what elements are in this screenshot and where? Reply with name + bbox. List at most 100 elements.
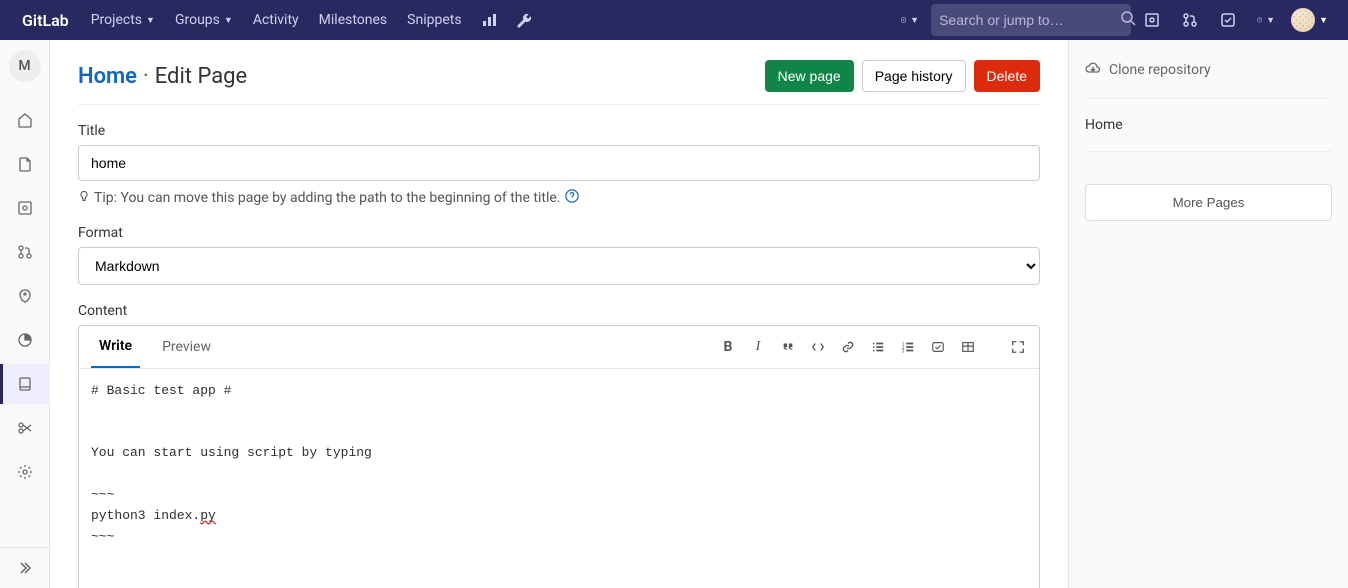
new-menu[interactable]: ▼	[893, 6, 927, 34]
svg-text:3: 3	[902, 349, 905, 354]
format-group: Format Markdown	[78, 225, 1040, 285]
right-separator-2	[1085, 151, 1332, 152]
sidebar-item-repository[interactable]	[0, 144, 50, 184]
format-select[interactable]: Markdown	[78, 247, 1040, 285]
page-title: Home · Edit Page	[78, 64, 247, 89]
search-box[interactable]	[931, 4, 1131, 36]
task-list-icon[interactable]	[929, 338, 947, 356]
project-avatar[interactable]: M	[9, 50, 41, 82]
navbar-right: ▼ ▼ ▼	[893, 4, 1332, 36]
analytics-icon[interactable]	[472, 4, 506, 36]
chevron-down-icon: ▼	[910, 15, 919, 26]
user-avatar-icon	[1291, 8, 1315, 32]
clone-repository-label: Clone repository	[1109, 62, 1211, 78]
nav-groups[interactable]: Groups▼	[165, 2, 243, 38]
help-menu[interactable]: ▼	[1249, 6, 1283, 34]
layout: M Home · Edit Page New page Page histo	[0, 40, 1348, 588]
clone-repository-link[interactable]: Clone repository	[1085, 56, 1332, 84]
sidebar-item-overview[interactable]	[0, 100, 50, 140]
title-hint: Tip: You can move this page by adding th…	[78, 189, 1040, 207]
table-icon[interactable]	[959, 338, 977, 356]
issues-icon	[17, 200, 33, 216]
page-history-button[interactable]: Page history	[862, 60, 966, 92]
bullet-list-icon[interactable]	[869, 338, 887, 356]
top-navbar: GitLab Projects ▼ Groups▼ Activity Milest…	[0, 0, 1348, 40]
gitlab-logo-text: GitLab	[22, 11, 69, 30]
search-icon	[1120, 10, 1136, 30]
chevron-double-right-icon	[17, 560, 33, 576]
page-actions: New page Page history Delete	[765, 60, 1040, 92]
fullscreen-icon[interactable]	[1009, 338, 1027, 356]
editor-tabs: Write Preview B I 123	[79, 326, 1039, 369]
right-separator-1	[1085, 98, 1332, 99]
sidebar-item-operations[interactable]	[0, 320, 50, 360]
left-sidebar: M	[0, 40, 50, 588]
plus-square-icon	[901, 13, 906, 27]
sidebar-item-settings[interactable]	[0, 452, 50, 492]
editor-content-post: ~~~ Beforehand check [system requirement…	[91, 529, 403, 588]
chevron-down-icon: ▼	[1319, 15, 1328, 26]
navbar-left: GitLab Projects ▼ Groups▼ Activity Milest…	[16, 2, 540, 38]
gitlab-logo[interactable]: GitLab	[16, 11, 69, 30]
todos-icon[interactable]	[1211, 4, 1245, 36]
more-pages-button[interactable]: More Pages	[1085, 184, 1332, 221]
quote-icon[interactable]	[779, 338, 797, 356]
sidebar-item-ci-cd[interactable]	[0, 276, 50, 316]
home-icon	[17, 112, 33, 128]
sidebar-item-snippets[interactable]	[0, 408, 50, 448]
main: Home · Edit Page New page Page history D…	[50, 40, 1348, 588]
nav-activity[interactable]: Activity	[243, 2, 309, 38]
merge-requests-shortcut-icon[interactable]	[1173, 4, 1207, 36]
scissors-icon	[17, 420, 33, 436]
nav-snippets[interactable]: Snippets	[397, 2, 471, 38]
nav-milestones[interactable]: Milestones	[309, 2, 398, 38]
nav-projects[interactable]: Projects ▼	[81, 2, 165, 38]
rocket-icon	[17, 288, 33, 304]
code-icon[interactable]	[809, 338, 827, 356]
merge-request-icon	[17, 244, 33, 260]
format-select-wrap: Markdown	[78, 247, 1040, 285]
chevron-down-icon: ▼	[1266, 15, 1275, 26]
editor-tab-write[interactable]: Write	[91, 326, 140, 368]
nav-projects-label: Projects	[91, 12, 142, 28]
right-panel: Clone repository Home More Pages	[1068, 40, 1348, 588]
chevron-down-icon: ▼	[146, 15, 155, 26]
title-input[interactable]	[78, 145, 1040, 181]
sidebar-item-wiki[interactable]	[0, 364, 50, 404]
title-group: Title Tip: You can move this page by add…	[78, 123, 1040, 207]
editor-tab-preview[interactable]: Preview	[154, 327, 219, 367]
wiki-home-link[interactable]: Home	[78, 64, 137, 89]
title-label: Title	[78, 123, 1040, 139]
delete-button[interactable]: Delete	[974, 60, 1040, 92]
numbered-list-icon[interactable]: 123	[899, 338, 917, 356]
title-hint-info-link[interactable]	[565, 189, 579, 207]
search-input[interactable]	[939, 12, 1120, 28]
wiki-page-link-home[interactable]: Home	[1085, 113, 1332, 137]
sidebar-item-issues[interactable]	[0, 188, 50, 228]
content-textarea[interactable]: # Basic test app # You can start using s…	[79, 369, 1039, 588]
new-page-button[interactable]: New page	[765, 60, 854, 92]
sidebar-collapse-button[interactable]	[0, 548, 50, 588]
link-icon[interactable]	[839, 338, 857, 356]
format-label: Format	[78, 225, 1040, 241]
title-separator: ·	[143, 64, 149, 89]
content-group: Content Write Preview B I 123	[78, 303, 1040, 588]
editor-content-pre: # Basic test app # You can start using s…	[91, 383, 372, 523]
header-separator	[78, 104, 1040, 105]
book-icon	[17, 376, 33, 392]
issues-shortcut-icon[interactable]	[1135, 4, 1169, 36]
content-label: Content	[78, 303, 1040, 319]
content-area: Home · Edit Page New page Page history D…	[50, 40, 1068, 588]
editor-content-spellerror: py	[200, 508, 216, 523]
wrench-icon[interactable]	[506, 4, 540, 36]
page-header: Home · Edit Page New page Page history D…	[78, 60, 1040, 92]
sidebar-item-merge-requests[interactable]	[0, 232, 50, 272]
page-subtitle: Edit Page	[155, 64, 247, 89]
user-menu[interactable]: ▼	[1287, 8, 1332, 32]
cloud-download-icon	[1085, 60, 1101, 80]
chart-icon	[17, 332, 33, 348]
bulb-icon	[78, 190, 90, 206]
file-icon	[17, 156, 33, 172]
italic-icon[interactable]: I	[749, 338, 767, 356]
bold-icon[interactable]: B	[719, 338, 737, 356]
